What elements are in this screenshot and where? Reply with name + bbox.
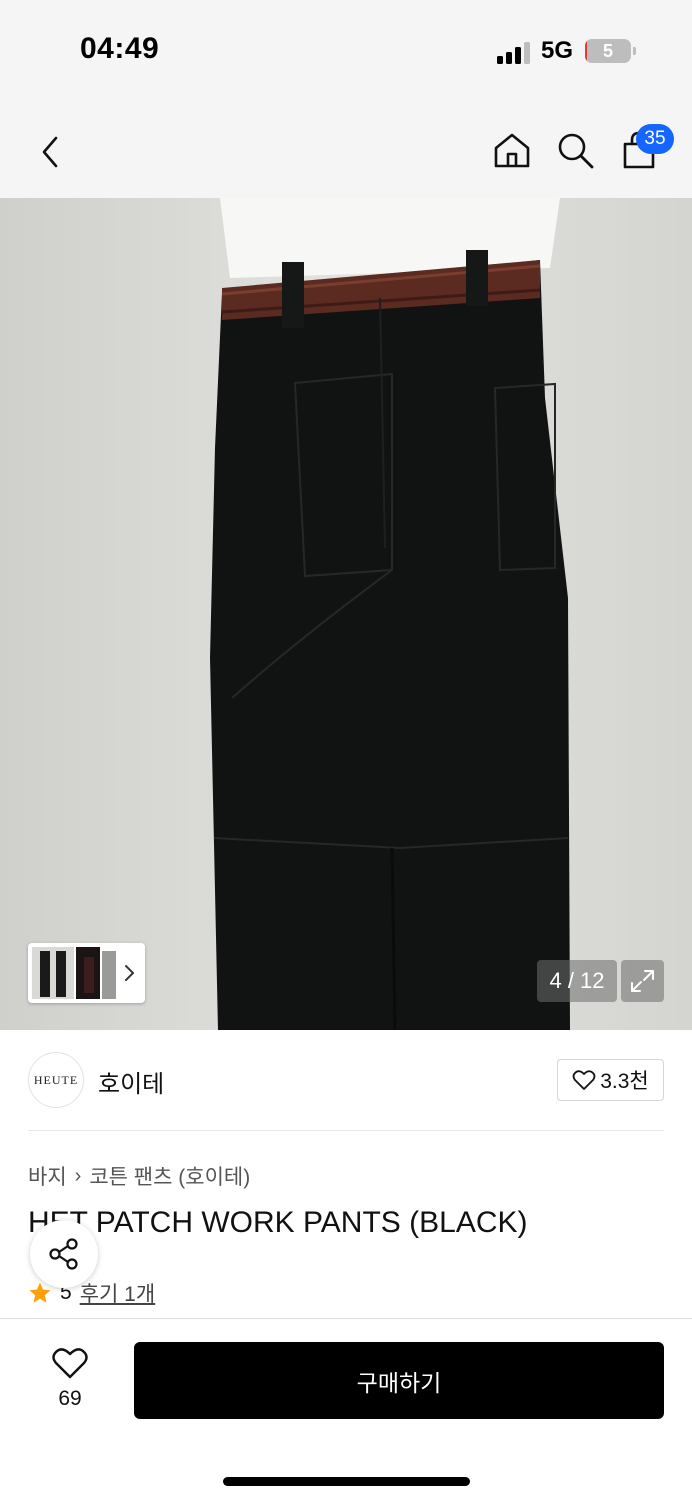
home-indicator [223,1477,470,1486]
chevron-right-icon [125,965,134,981]
search-button[interactable] [553,128,597,172]
divider [28,1130,664,1131]
search-icon [558,133,594,169]
expand-button[interactable] [621,960,664,1002]
chevron-right-icon: › [74,1164,82,1187]
buy-button[interactable]: 구매하기 [134,1342,664,1419]
home-icon [494,133,530,168]
battery-icon: 5 [585,39,631,63]
review-link[interactable]: 후기 1개 [80,1278,155,1308]
breadcrumb-item-subcategory[interactable]: 코튼 팬츠 (호이테) [89,1161,250,1191]
breadcrumb: 바지 › 코튼 팬츠 (호이테) [28,1161,250,1191]
signal-icon [497,42,530,64]
network-type: 5G [541,37,574,64]
cart-count-badge: 35 [636,124,674,154]
brand-favorite-count: 3.3천 [600,1070,649,1093]
brand-logo[interactable]: HEUTE [28,1052,84,1108]
image-counter: 4 / 12 [537,960,617,1002]
breadcrumb-item-category[interactable]: 바지 [28,1161,67,1191]
thumbnail-previews [32,947,134,999]
chevron-left-icon [42,136,58,168]
battery-tip [633,47,636,55]
brand-favorite-button[interactable]: 3.3천 [557,1059,664,1101]
product-image[interactable] [0,198,692,1030]
like-count: 69 [58,1387,82,1410]
share-button[interactable] [30,1220,98,1288]
brand-name[interactable]: 호이테 [98,1064,164,1099]
product-photo [0,198,692,1030]
heart-icon [572,1070,596,1090]
battery-level: 5 [602,41,613,61]
status-time: 04:49 [80,32,160,65]
home-button[interactable] [490,128,534,172]
heart-icon [52,1348,88,1379]
share-icon [49,1238,78,1270]
product-title: HET PATCH WORK PANTS (BLACK) [28,1206,528,1239]
back-button[interactable] [28,130,72,174]
expand-icon [631,970,654,992]
thumbnail-strip[interactable] [28,943,145,1003]
